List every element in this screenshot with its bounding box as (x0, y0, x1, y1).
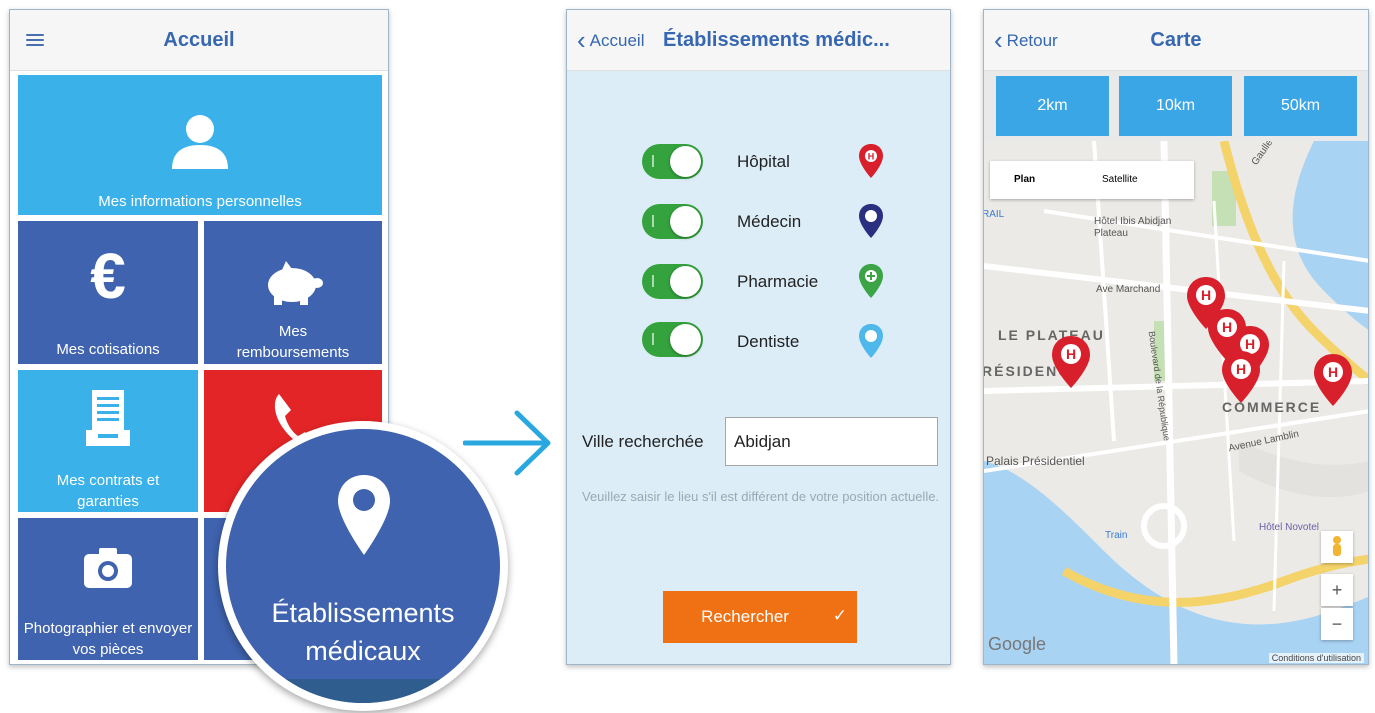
zoom-in-button[interactable]: + (1321, 574, 1353, 606)
radius-50km-button[interactable]: 50km (1244, 76, 1357, 136)
category-label-doctor: Médecin (737, 212, 802, 231)
map-label-hotel-ibis: Hôtel Ibis Abidjan Plateau (1094, 216, 1172, 239)
page-title: Établissements médic... (663, 29, 890, 51)
radius-2km-button[interactable]: 2km (996, 76, 1109, 136)
map-type-plan[interactable]: Plan (1014, 161, 1035, 199)
map-view[interactable]: Plan Satellite RAIL Hôtel Ibis Abidjan P… (984, 141, 1368, 664)
euro-icon: € (90, 240, 126, 312)
google-logo: Google (988, 634, 1047, 654)
svg-text:H: H (1236, 361, 1246, 377)
map-label-rail: RAIL (984, 209, 1005, 220)
hospital-marker[interactable]: H (1314, 354, 1352, 406)
tile-photo-label: Photographier et envoyer vos pièces (23, 620, 193, 658)
navbar: Accueil (10, 10, 388, 71)
city-input[interactable] (725, 417, 938, 466)
tile-contributions-label: Mes cotisations (56, 341, 160, 358)
pegman-icon (1333, 536, 1341, 556)
tile-contributions[interactable]: € Mes cotisations (18, 221, 198, 364)
tile-photo[interactable]: Photographier et envoyer vos pièces (18, 518, 198, 660)
category-label-pharmacy: Pharmacie (737, 272, 819, 291)
svg-text:H: H (1201, 287, 1211, 303)
toggle-doctor[interactable] (642, 204, 703, 239)
category-label-dentist: Dentiste (737, 332, 800, 351)
map-screen: ‹ Retour Carte 2km 10km 50km Plan Satell… (983, 9, 1369, 665)
svg-text:H: H (1066, 346, 1076, 362)
dentist-pin-icon (859, 324, 883, 358)
toggle-hospital[interactable] (642, 144, 703, 179)
map-type-control: Plan Satellite (990, 161, 1194, 199)
navbar: ‹ Accueil Établissements médic... (567, 10, 950, 71)
svg-text:H: H (1245, 336, 1255, 352)
camera-icon (84, 548, 132, 588)
piggy-bank-icon (268, 261, 323, 305)
tile-contracts[interactable]: Mes contrats et garanties (18, 370, 198, 512)
map-label-palais: Palais Présidentiel (986, 454, 1085, 468)
map-label-hotel-novotel: Hôtel Novotel (1259, 522, 1320, 533)
map-label-ave-marchand: Ave Marchand (1096, 284, 1161, 295)
category-label-hospital: Hôpital (737, 152, 790, 171)
toggle-dentist[interactable] (642, 322, 703, 357)
pharmacy-pin-icon (859, 264, 883, 298)
tile-reimbursements-label: Mes remboursements (236, 323, 350, 361)
tile-medical-label: Établissements médicaux (271, 598, 455, 666)
check-icon: ✓ (832, 606, 847, 625)
search-button[interactable]: Rechercher ✓ (663, 591, 857, 643)
arrow-right-icon (463, 410, 551, 476)
tile-contracts-label: Mes contrats et garanties (56, 472, 160, 510)
hospital-marker[interactable]: H (1052, 336, 1090, 388)
navbar: ‹ Retour Carte (984, 10, 1368, 71)
city-hint: Veuillez saisir le lieu s'il est différe… (582, 489, 940, 504)
map-type-satellite[interactable]: Satellite (1102, 161, 1138, 199)
toggle-pharmacy[interactable] (642, 264, 703, 299)
city-label: Ville recherchée (582, 432, 704, 451)
hospital-marker[interactable]: H (1222, 351, 1260, 403)
tile-personal-info-label: Mes informations personnelles (98, 193, 302, 210)
page-title: Carte (1150, 29, 1202, 51)
svg-text:H: H (868, 152, 875, 162)
hospital-pin-icon: H (859, 144, 883, 178)
file-tray-icon (86, 390, 130, 446)
map-label-train: Train (1105, 530, 1128, 541)
tile-personal-info[interactable]: Mes informations personnelles (18, 75, 382, 215)
zoom-out-button[interactable]: − (1321, 608, 1353, 640)
street-view-button[interactable] (1321, 531, 1353, 563)
chevron-left-icon: ‹ (577, 25, 586, 55)
page-title: Accueil (163, 29, 235, 51)
back-button[interactable]: ‹ Accueil (577, 10, 644, 71)
map-attribution[interactable]: Conditions d'utilisation (1268, 653, 1364, 663)
zoom-strip (226, 679, 500, 703)
user-icon (172, 115, 228, 169)
doctor-pin-icon (859, 204, 883, 238)
back-label: Accueil (589, 31, 645, 50)
svg-text:H: H (1328, 364, 1338, 380)
radius-10km-button[interactable]: 10km (1119, 76, 1232, 136)
facilities-screen: ‹ Accueil Établissements médic... Hôpital… (566, 9, 951, 665)
tile-medical-zoomed[interactable]: Établissements médicaux (226, 429, 500, 703)
tile-reimbursements[interactable]: Mes remboursements (204, 221, 382, 364)
search-button-label: Rechercher (701, 607, 789, 626)
location-pin-icon (338, 475, 390, 555)
